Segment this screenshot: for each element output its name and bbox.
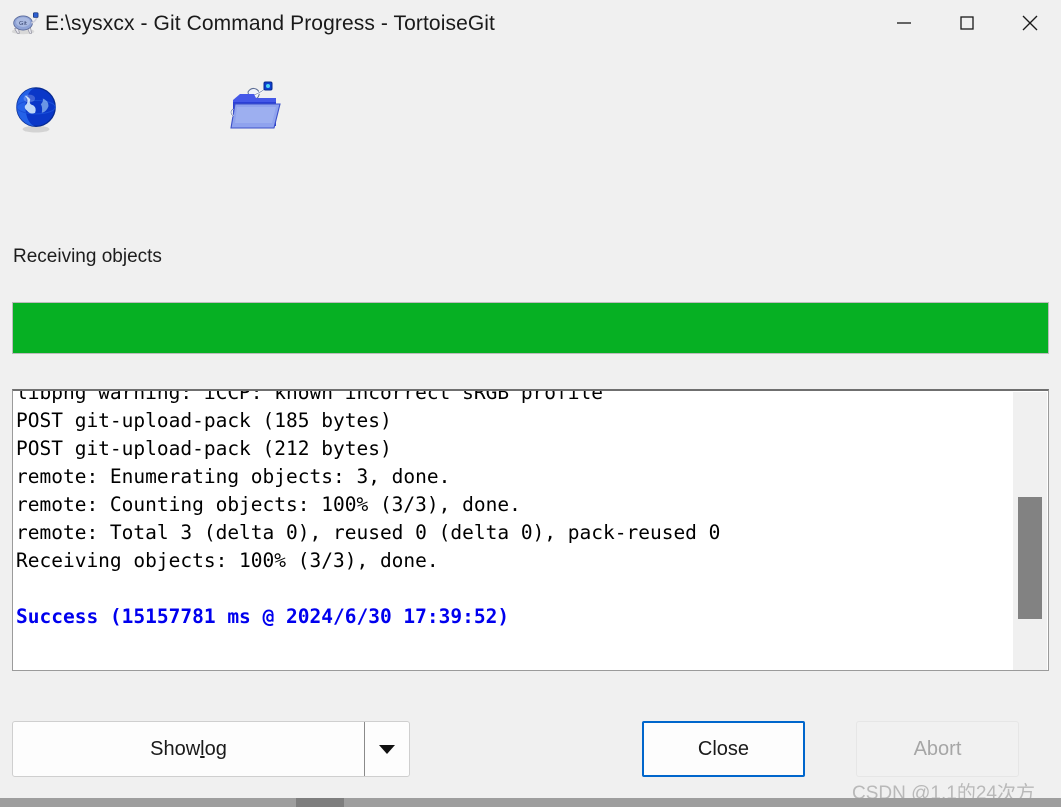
svg-text:Git: Git [19, 21, 28, 27]
log-scrollbar[interactable] [1013, 392, 1047, 670]
show-log-dropdown-button[interactable] [365, 722, 409, 776]
log-line: Receiving objects: 100% (3/3), done. [16, 549, 439, 572]
show-log-label-after: og [204, 737, 227, 760]
abort-button: Abort [856, 721, 1019, 777]
close-icon [1022, 15, 1037, 31]
progress-bar-fill [13, 303, 1048, 353]
chevron-down-icon [379, 745, 395, 754]
log-output-text: libpng warning: iCCP: known incorrect sR… [16, 389, 1006, 631]
log-line: POST git-upload-pack (212 bytes) [16, 437, 392, 460]
title-bar: Git E:\sysxcx - Git Command Progress - T… [0, 0, 1061, 46]
log-scrollbar-thumb[interactable] [1018, 497, 1042, 619]
git-command-progress-window: Git E:\sysxcx - Git Command Progress - T… [0, 0, 1061, 798]
progress-bar [12, 302, 1049, 354]
log-output-panel[interactable]: libpng warning: iCCP: known incorrect sR… [12, 389, 1049, 671]
close-button[interactable] [998, 0, 1061, 46]
progress-icon-row [0, 60, 1061, 150]
show-log-button[interactable]: Show l og [12, 721, 410, 777]
maximize-icon [959, 16, 974, 30]
log-line: Success (15157781 ms @ 2024/6/30 17:39:5… [16, 605, 510, 628]
globe-icon [16, 87, 56, 133]
status-label: Receiving objects [13, 246, 162, 267]
taskbar-edge [0, 798, 1061, 807]
log-line: remote: Counting objects: 100% (3/3), do… [16, 493, 521, 516]
show-log-button-main[interactable]: Show l og [13, 722, 365, 776]
close-dialog-button[interactable]: Close [642, 721, 805, 777]
window-title: E:\sysxcx - Git Command Progress - Torto… [45, 12, 495, 35]
csdn-watermark: CSDN @1.1的24次方 [852, 783, 1035, 798]
minimize-button[interactable] [872, 0, 935, 46]
log-line: remote: Total 3 (delta 0), reused 0 (del… [16, 521, 721, 544]
taskbar-edge-segment [296, 798, 344, 807]
tortoisegit-icon: Git [11, 12, 39, 35]
window-controls [872, 0, 1061, 46]
minimize-icon [896, 22, 911, 24]
folder-with-user-icon [230, 81, 281, 129]
show-log-label-before: Show [150, 737, 201, 760]
maximize-button[interactable] [935, 0, 998, 46]
log-line: libpng warning: iCCP: known incorrect sR… [16, 389, 603, 404]
log-line: remote: Enumerating objects: 3, done. [16, 465, 451, 488]
log-line: POST git-upload-pack (185 bytes) [16, 409, 392, 432]
